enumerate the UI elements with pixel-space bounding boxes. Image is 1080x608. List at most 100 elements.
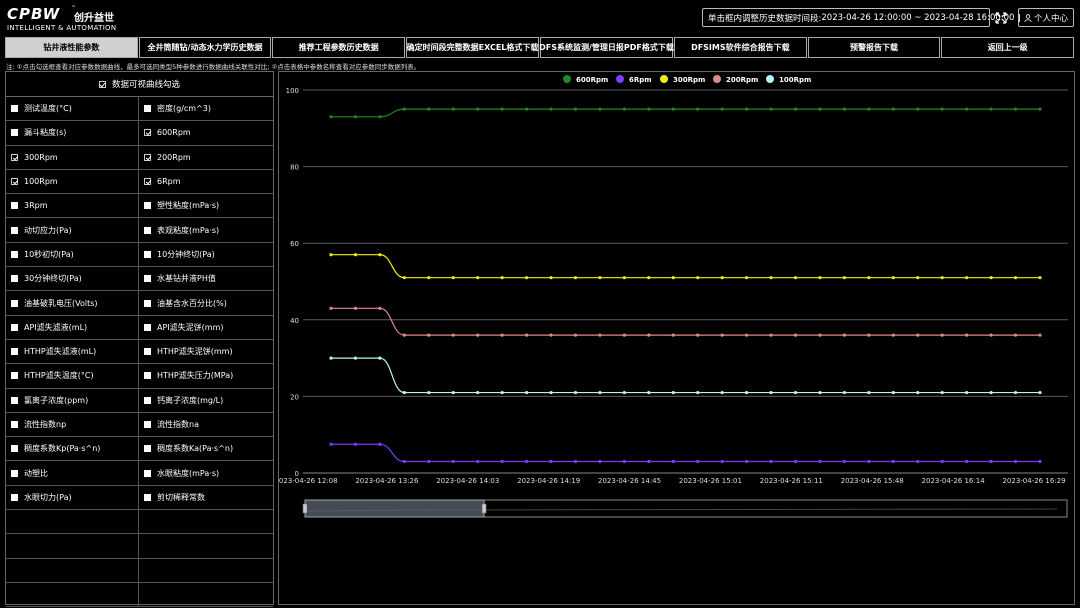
select-all-checkbox[interactable] <box>98 80 106 88</box>
param-cell[interactable]: 流性指数np <box>6 412 139 438</box>
nav-tab-0[interactable]: 钻井液性能参数 <box>5 37 138 58</box>
param-cell[interactable]: HTHP滤失滤液(mL) <box>6 339 139 365</box>
param-label[interactable]: API滤失泥饼(mm) <box>157 322 223 333</box>
param-cell[interactable]: 塑性粘度(mPa·s) <box>139 194 273 219</box>
param-cell[interactable]: 稠度系数Ka(Pa·s^n) <box>139 437 273 462</box>
param-label[interactable]: 油基含水百分比(%) <box>157 298 227 309</box>
param-checkbox[interactable] <box>11 226 18 234</box>
param-label[interactable]: 塑性粘度(mPa·s) <box>157 200 219 211</box>
param-checkbox[interactable] <box>11 299 18 307</box>
param-cell[interactable]: 100Rpm <box>6 169 139 195</box>
param-cell[interactable]: 密度(g/cm^3) <box>139 97 273 122</box>
param-cell[interactable]: 水基钻井液PH值 <box>139 267 273 292</box>
param-cell[interactable] <box>139 510 273 535</box>
param-label[interactable]: 6Rpm <box>157 177 181 186</box>
time-range-picker[interactable]: 单击框内调整历史数据时间段: 2023-04-26 12:00:00 ~ 202… <box>702 8 1021 27</box>
param-cell[interactable]: 油基含水百分比(%) <box>139 291 273 316</box>
param-checkbox[interactable] <box>144 178 151 186</box>
param-checkbox[interactable] <box>144 153 151 161</box>
param-cell[interactable]: 油基破乳电压(Volts) <box>6 291 139 316</box>
param-cell[interactable]: 流性指数na <box>139 413 273 438</box>
param-checkbox[interactable] <box>11 178 18 186</box>
param-cell[interactable]: 剪切稀释常数 <box>139 486 273 511</box>
nav-tab-7[interactable]: 返回上一级 <box>941 37 1075 58</box>
param-label[interactable]: 10分钟终切(Pa) <box>157 249 215 260</box>
nav-tab-5[interactable]: DFSIMS软件综合报告下载 <box>674 37 807 58</box>
param-cell[interactable]: HTHP滤失泥饼(mm) <box>139 340 273 365</box>
zoom-slider-handle[interactable] <box>481 503 487 514</box>
param-checkbox[interactable] <box>144 250 151 258</box>
param-cell[interactable] <box>139 559 273 583</box>
param-checkbox[interactable] <box>144 445 151 453</box>
param-checkbox[interactable] <box>11 202 18 210</box>
param-checkbox[interactable] <box>11 348 18 356</box>
param-cell[interactable] <box>6 582 139 608</box>
param-label[interactable]: 200Rpm <box>157 153 191 162</box>
param-cell[interactable]: 6Rpm <box>139 170 273 195</box>
nav-tab-6[interactable]: 预警报告下载 <box>807 37 941 58</box>
nav-tab-3[interactable]: 确定时间段完整数据EXCEL格式下载 <box>406 37 540 58</box>
param-checkbox[interactable] <box>11 396 18 404</box>
param-label[interactable]: 水基钻井液PH值 <box>157 273 216 284</box>
param-checkbox[interactable] <box>11 153 18 161</box>
param-label[interactable]: 稠度系数Ka(Pa·s^n) <box>157 443 233 454</box>
param-cell[interactable]: HTHP滤失温度(°C) <box>6 364 139 389</box>
param-label[interactable]: 水眼粘度(mPa·s) <box>157 468 219 479</box>
param-cell[interactable]: 水眼切力(Pa) <box>6 485 139 511</box>
param-cell[interactable]: 300Rpm <box>6 145 139 170</box>
param-cell[interactable]: 稠度系数Kp(Pa·s^n) <box>6 437 139 462</box>
param-cell[interactable]: 30分钟终切(Pa) <box>6 267 139 292</box>
param-label[interactable]: 测试温度(°C) <box>24 103 72 114</box>
param-checkbox[interactable] <box>11 323 18 331</box>
param-label[interactable]: 钙离子浓度(mg/L) <box>157 395 223 406</box>
param-cell[interactable]: 表观粘度(mPa·s) <box>139 218 273 243</box>
param-cell[interactable]: 600Rpm <box>139 121 273 146</box>
param-checkbox[interactable] <box>11 372 18 380</box>
param-checkbox[interactable] <box>144 396 151 404</box>
param-label[interactable]: 稠度系数Kp(Pa·s^n) <box>24 443 100 454</box>
param-checkbox[interactable] <box>144 226 151 234</box>
param-checkbox[interactable] <box>144 275 151 283</box>
param-label[interactable]: 动切应力(Pa) <box>24 225 72 236</box>
param-label[interactable]: 100Rpm <box>24 177 58 186</box>
param-checkbox[interactable] <box>144 421 151 428</box>
param-cell[interactable]: 测试温度(°C) <box>6 97 139 122</box>
param-cell[interactable]: 200Rpm <box>139 146 273 170</box>
nav-tab-1[interactable]: 全井筒随钻/动态水力学历史数据 <box>138 37 272 58</box>
param-checkbox[interactable] <box>11 250 18 258</box>
param-checkbox[interactable] <box>144 129 151 137</box>
param-label[interactable]: 3Rpm <box>24 201 48 210</box>
param-label[interactable]: API滤失滤液(mL) <box>24 322 87 333</box>
param-cell[interactable]: API滤失滤液(mL) <box>6 315 139 340</box>
fullscreen-icon[interactable] <box>995 12 1007 24</box>
param-label[interactable]: HTHP滤失压力(MPa) <box>157 370 233 381</box>
param-label[interactable]: 动塑比 <box>24 468 48 479</box>
param-label[interactable]: HTHP滤失温度(°C) <box>24 370 94 381</box>
param-cell[interactable] <box>139 583 273 608</box>
param-cell[interactable]: 10秒初切(Pa) <box>6 242 139 268</box>
param-label[interactable]: 漏斗粘度(s) <box>24 127 66 138</box>
param-label[interactable]: 流性指数np <box>24 419 66 430</box>
param-checkbox[interactable] <box>144 348 151 356</box>
param-checkbox[interactable] <box>144 493 151 501</box>
zoom-slider-window[interactable] <box>304 499 485 518</box>
param-checkbox[interactable] <box>144 299 151 307</box>
param-label[interactable]: 水眼切力(Pa) <box>24 492 72 503</box>
param-cell[interactable]: 动切应力(Pa) <box>6 218 139 243</box>
param-label[interactable]: 30分钟终切(Pa) <box>24 273 82 284</box>
param-label[interactable]: 氯离子浓度(ppm) <box>24 395 88 406</box>
param-checkbox[interactable] <box>144 105 151 113</box>
param-label[interactable]: 流性指数na <box>157 419 199 430</box>
param-cell[interactable] <box>6 558 139 583</box>
param-label[interactable]: HTHP滤失泥饼(mm) <box>157 346 233 357</box>
param-label[interactable]: 表观粘度(mPa·s) <box>157 225 219 236</box>
param-checkbox[interactable] <box>144 469 151 477</box>
param-cell[interactable]: API滤失泥饼(mm) <box>139 316 273 340</box>
param-checkbox[interactable] <box>144 372 151 380</box>
param-checkbox[interactable] <box>11 275 18 283</box>
param-cell[interactable] <box>6 510 139 535</box>
param-cell[interactable]: 钙离子浓度(mg/L) <box>139 389 273 413</box>
param-cell[interactable] <box>139 534 273 559</box>
param-cell[interactable]: 10分钟终切(Pa) <box>139 243 273 268</box>
param-cell[interactable]: 动塑比 <box>6 461 139 486</box>
